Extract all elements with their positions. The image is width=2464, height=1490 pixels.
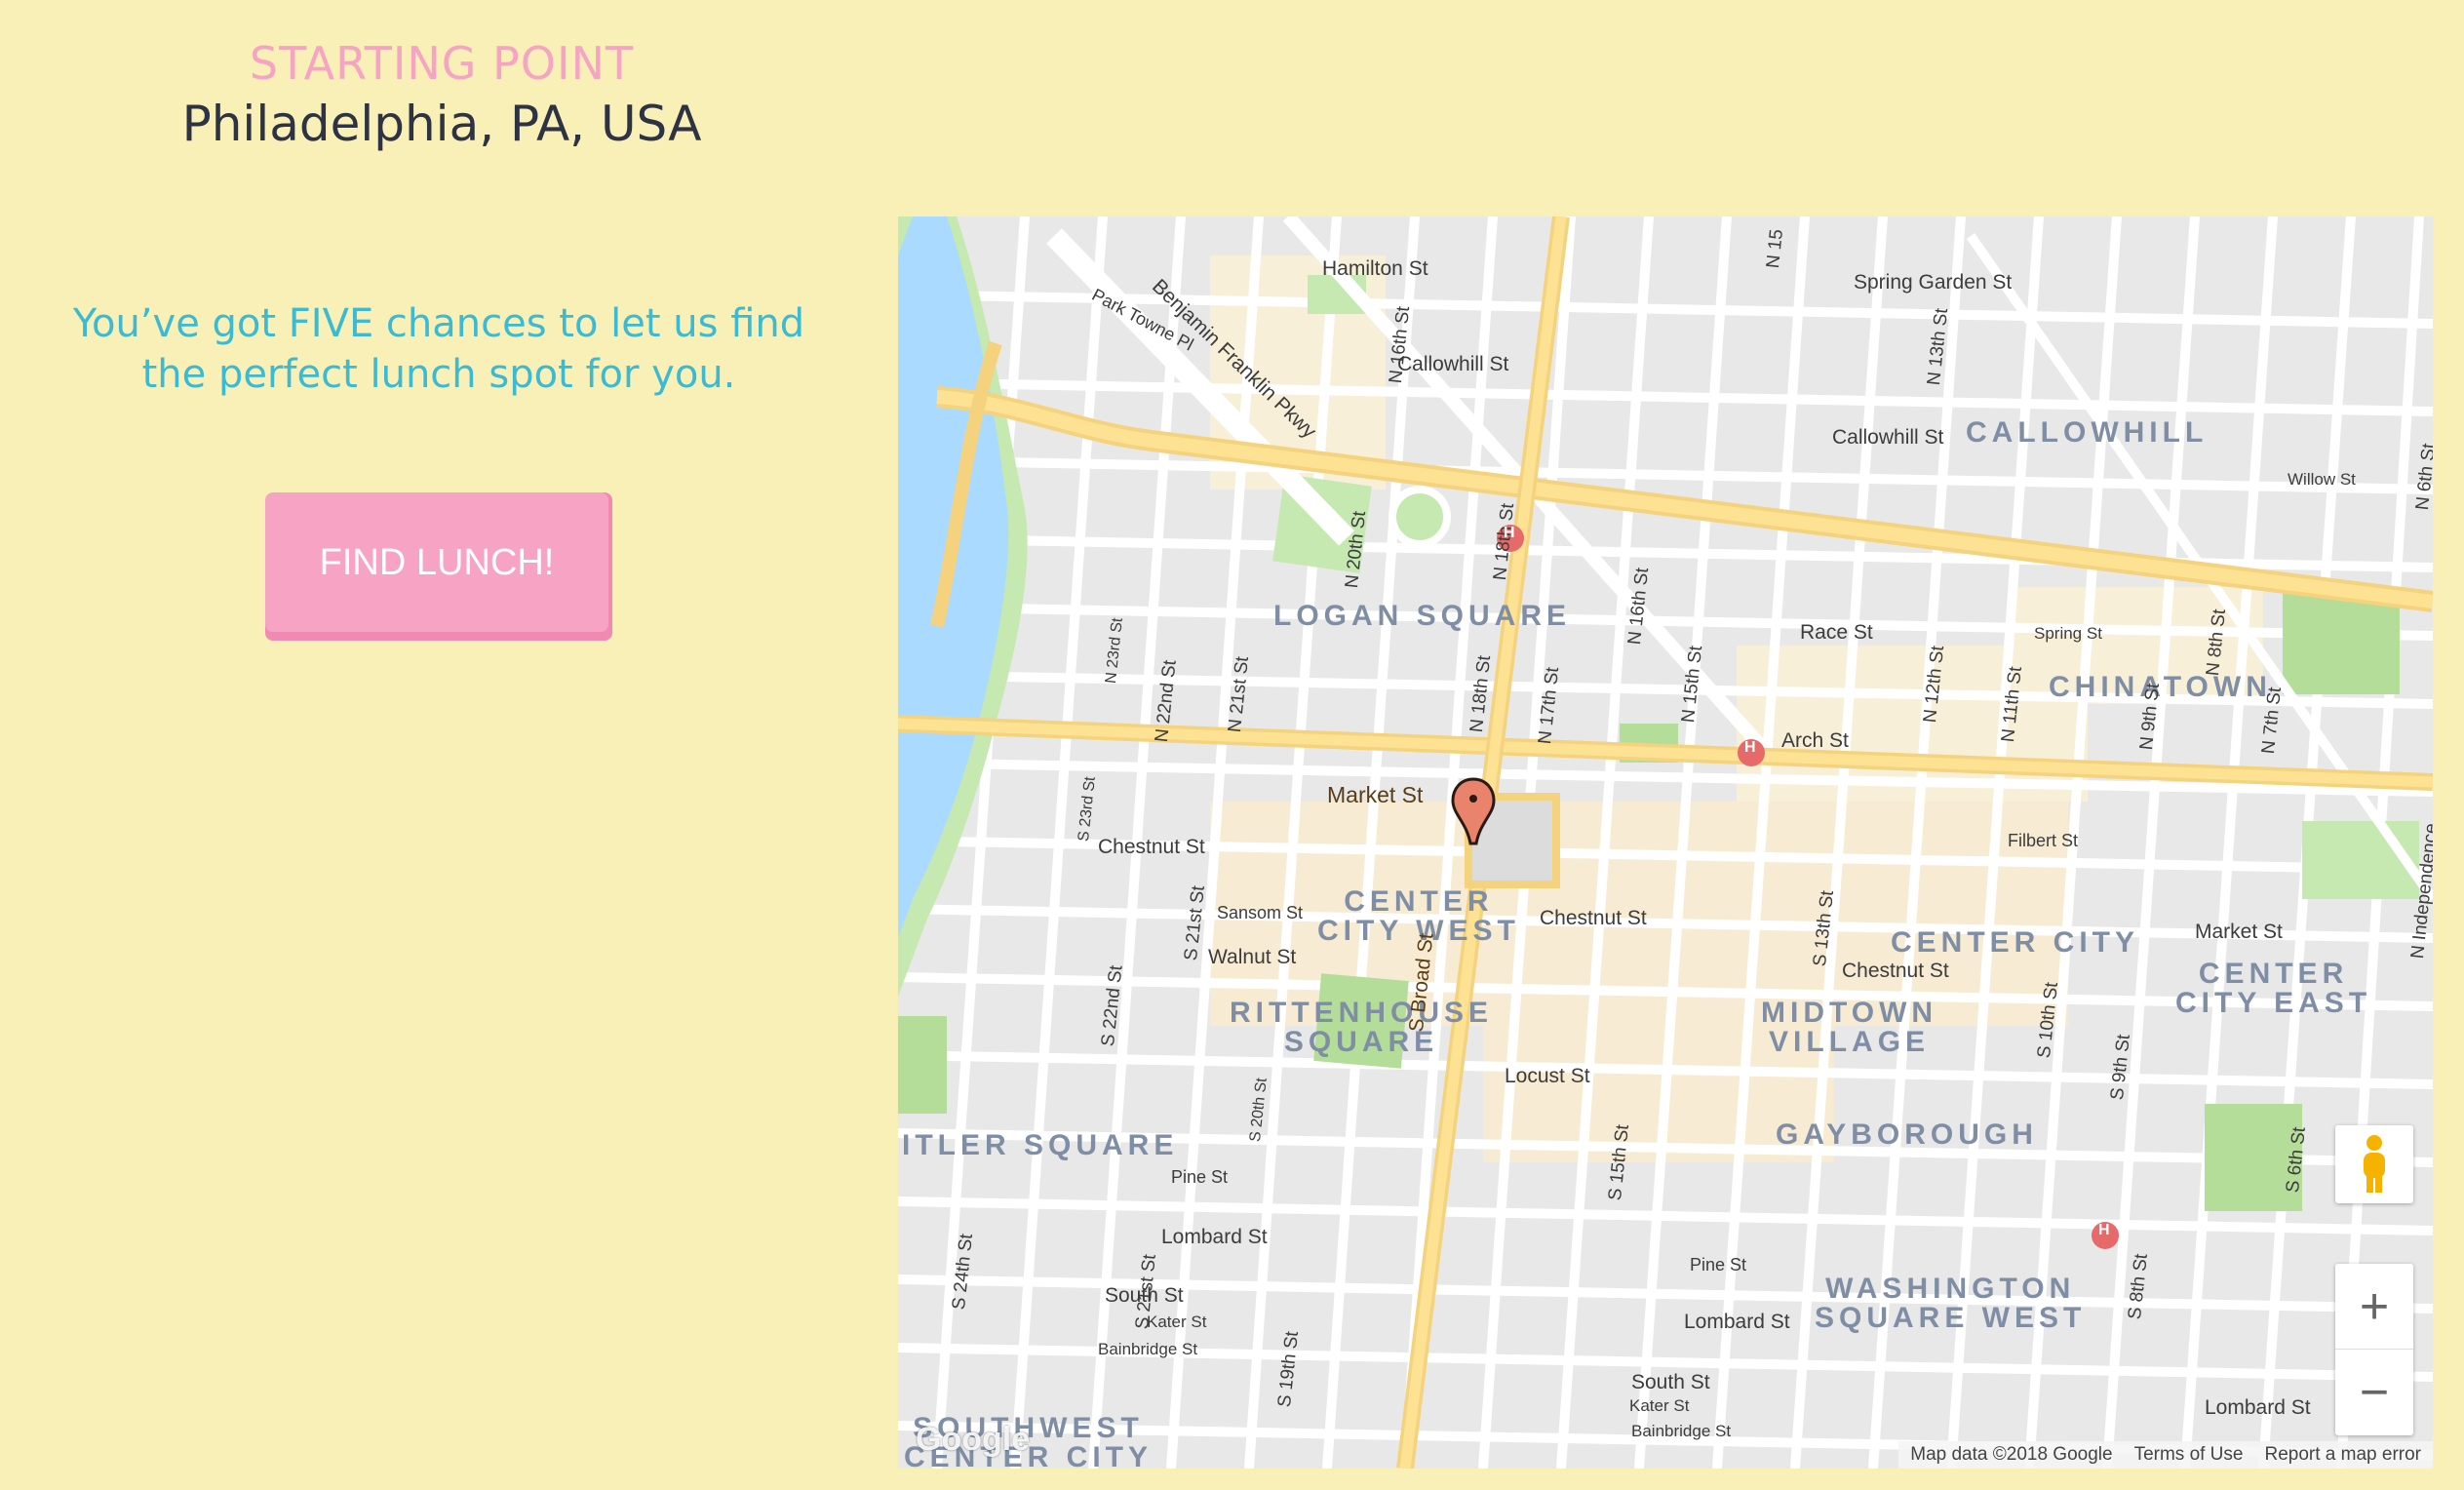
hospital-icon: H (2098, 1222, 2110, 1238)
zoom-control: + − (2335, 1264, 2413, 1435)
district-label: CENTER CITY (1891, 926, 2140, 959)
map[interactable]: LOGAN SQUARE CALLOWHILL CHINATOWN CENTER… (898, 216, 2433, 1469)
street-label: Bainbridge St (1098, 1340, 1198, 1358)
starting-point-city: Philadelphia, PA, USA (181, 96, 702, 152)
google-logo[interactable]: Google (916, 1421, 1030, 1459)
zoom-in-button[interactable]: + (2335, 1265, 2413, 1350)
street-label: Sansom St (1217, 903, 1304, 922)
street-label: Lombard St (1684, 1311, 1790, 1333)
location-marker-icon[interactable] (1451, 777, 1496, 845)
map-attribution: Map data ©2018 Google Terms of Use Repor… (1898, 1441, 2433, 1469)
hospital-icon: H (1504, 525, 1515, 541)
district-label: MIDTOWN VILLAGE (1761, 997, 1938, 1058)
district-label: ITLER SQUARE (902, 1129, 1179, 1161)
district-label: LOGAN SQUARE (1273, 600, 1572, 632)
street-label: Bainbridge St (1631, 1422, 1732, 1440)
street-label: Market St (1327, 782, 1424, 807)
street-label: N 15 (1763, 228, 1788, 270)
street-label: Chestnut St (1842, 960, 1949, 982)
street-label: Chestnut St (1098, 836, 1205, 858)
street-label: Willow St (2288, 470, 2356, 489)
street-label: Race St (1800, 621, 1873, 644)
street-label: Chestnut St (1540, 907, 1647, 929)
street-label: Filbert St (2008, 831, 2079, 850)
pegman-icon (2364, 1135, 2385, 1193)
terms-of-use-link[interactable]: Terms of Use (2134, 1444, 2244, 1466)
intro-text: You’ve got FIVE chances to let us find t… (72, 301, 805, 397)
street-label: Lombard St (1161, 1226, 1268, 1248)
street-label: Kater St (1629, 1396, 1690, 1415)
district-label: RITTENHOUSE SQUARE (1230, 997, 1494, 1058)
street-label: Lombard St (2205, 1396, 2311, 1419)
street-view-pegman-button[interactable] (2335, 1125, 2413, 1203)
report-map-error-link[interactable]: Report a map error (2264, 1444, 2421, 1466)
street-label: Market St (2195, 921, 2283, 943)
street-label: South St (1631, 1371, 1710, 1393)
district-label: CENTER CITY EAST (2175, 958, 2372, 1019)
district-label: WASHINGTON SQUARE WEST (1815, 1273, 2087, 1334)
find-lunch-button[interactable]: FIND LUNCH! (265, 492, 608, 641)
starting-point-label: STARTING POINT (249, 37, 635, 90)
street-label: Hamilton St (1322, 257, 1428, 280)
zoom-out-button[interactable]: − (2335, 1350, 2413, 1434)
street-label: Kater St (1147, 1313, 1207, 1331)
street-label: Pine St (1690, 1255, 1747, 1274)
street-label: Spring St (2034, 624, 2102, 643)
street-label: Walnut St (1208, 946, 1297, 968)
district-label: CALLOWHILL (1966, 416, 2209, 449)
street-label: Arch St (1781, 729, 1849, 752)
left-panel: STARTING POINT Philadelphia, PA, USA You… (0, 0, 878, 1490)
map-data-text: Map data ©2018 Google (1910, 1444, 2113, 1465)
hospital-icon: H (1744, 739, 1756, 756)
street-label: Locust St (1505, 1065, 1590, 1087)
street-label: Pine St (1171, 1167, 1229, 1187)
street-label: Callowhill St (1397, 353, 1509, 375)
district-label: GAYBOROUGH (1776, 1118, 2038, 1151)
street-label: Callowhill St (1832, 426, 1944, 449)
street-label: Spring Garden St (1854, 271, 2013, 294)
